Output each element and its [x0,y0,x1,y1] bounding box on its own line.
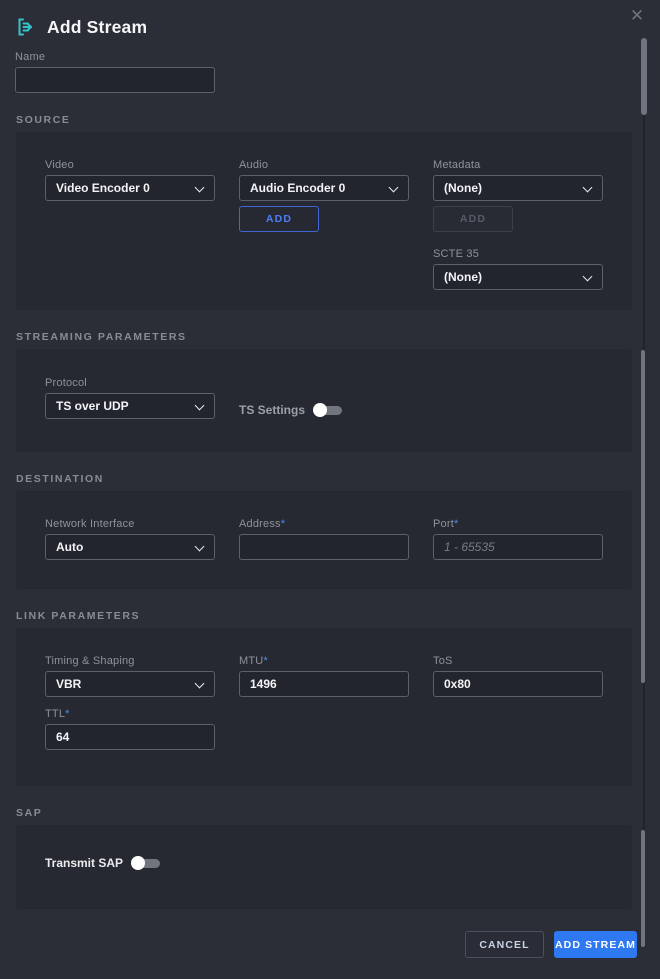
ttl-input[interactable] [45,724,215,750]
protocol-field-group: Protocol TS over UDP [45,377,215,419]
ts-settings-group: TS Settings [239,403,409,417]
ts-settings-toggle[interactable] [313,403,343,417]
ts-settings-label: TS Settings [239,403,305,417]
chevron-down-icon [583,184,592,193]
address-label: Address* [239,518,409,530]
chevron-down-icon [195,184,204,193]
dialog-header: Add Stream [0,0,660,38]
port-input[interactable] [433,534,603,560]
address-field-group: Address* [239,518,409,560]
scrollbar-thumb-middle[interactable] [641,350,645,683]
tos-input[interactable] [433,671,603,697]
timing-shaping-select-value: VBR [56,677,81,691]
required-asterisk: * [454,518,458,530]
network-interface-select[interactable]: Auto [45,534,215,560]
chevron-down-icon [583,273,592,282]
toggle-knob [131,856,145,870]
name-input[interactable] [15,67,215,93]
link-section-heading: LINK PARAMETERS [16,610,660,622]
protocol-label: Protocol [45,377,215,389]
metadata-field-group: Metadata (None) ADD SCTE 35 (None) [433,159,603,290]
streaming-panel: Protocol TS over UDP TS Settings [16,349,632,452]
ttl-label: TTL* [45,708,215,720]
name-label: Name [15,51,660,63]
metadata-select-value: (None) [444,181,482,195]
stream-output-icon [15,16,37,38]
timing-shaping-label: Timing & Shaping [45,655,215,667]
address-input[interactable] [239,534,409,560]
chevron-down-icon [195,402,204,411]
sap-panel: Transmit SAP [16,825,632,909]
protocol-select[interactable]: TS over UDP [45,393,215,419]
metadata-select[interactable]: (None) [433,175,603,201]
add-stream-dialog: ✕ Add Stream Name SOURCE Video Video Enc… [0,0,660,979]
transmit-sap-group: Transmit SAP [45,856,632,870]
network-interface-label: Network Interface [45,518,215,530]
protocol-select-value: TS over UDP [56,399,129,413]
add-metadata-button-disabled: ADD [433,206,513,232]
tos-field-group: ToS [433,655,603,697]
mtu-input[interactable] [239,671,409,697]
sap-section-heading: SAP [16,807,660,819]
scte35-select-value: (None) [444,270,482,284]
tos-label: ToS [433,655,603,667]
source-panel: Video Video Encoder 0 Audio Audio Encode… [16,132,632,310]
destination-panel: Network Interface Auto Address* Port* [16,491,632,589]
name-field-group: Name [15,51,660,93]
audio-label: Audio [239,159,409,171]
mtu-label: MTU* [239,655,409,667]
video-label: Video [45,159,215,171]
timing-shaping-field-group: Timing & Shaping VBR [45,655,215,697]
audio-select[interactable]: Audio Encoder 0 [239,175,409,201]
port-field-group: Port* [433,518,603,560]
required-asterisk: * [65,708,69,720]
audio-select-value: Audio Encoder 0 [250,181,345,195]
network-interface-select-value: Auto [56,540,83,554]
page-title: Add Stream [47,17,147,38]
dialog-footer: CANCEL ADD STREAM [465,931,637,958]
required-asterisk: * [263,655,267,667]
transmit-sap-toggle[interactable] [131,856,161,870]
chevron-down-icon [195,680,204,689]
add-audio-button[interactable]: ADD [239,206,319,232]
destination-section-heading: DESTINATION [16,473,660,485]
chevron-down-icon [389,184,398,193]
streaming-section-heading: STREAMING PARAMETERS [16,331,660,343]
audio-field-group: Audio Audio Encoder 0 ADD [239,159,409,232]
source-section-heading: SOURCE [16,114,660,126]
chevron-down-icon [195,543,204,552]
network-interface-field-group: Network Interface Auto [45,518,215,560]
mtu-field-group: MTU* [239,655,409,697]
metadata-label: Metadata [433,159,603,171]
ttl-field-group: TTL* [45,708,215,750]
link-panel: Timing & Shaping VBR MTU* ToS TTL* [16,628,632,786]
toggle-knob [313,403,327,417]
required-asterisk: * [281,518,285,530]
scte35-label: SCTE 35 [433,248,603,260]
close-icon[interactable]: ✕ [624,3,650,29]
port-label: Port* [433,518,603,530]
video-select-value: Video Encoder 0 [56,181,150,195]
video-field-group: Video Video Encoder 0 [45,159,215,201]
transmit-sap-label: Transmit SAP [45,856,123,870]
scte35-select[interactable]: (None) [433,264,603,290]
scrollbar-thumb-bottom[interactable] [641,830,645,947]
scrollbar-thumb-top[interactable] [641,38,647,115]
timing-shaping-select[interactable]: VBR [45,671,215,697]
video-select[interactable]: Video Encoder 0 [45,175,215,201]
add-stream-button[interactable]: ADD STREAM [554,931,637,958]
cancel-button[interactable]: CANCEL [465,931,544,958]
